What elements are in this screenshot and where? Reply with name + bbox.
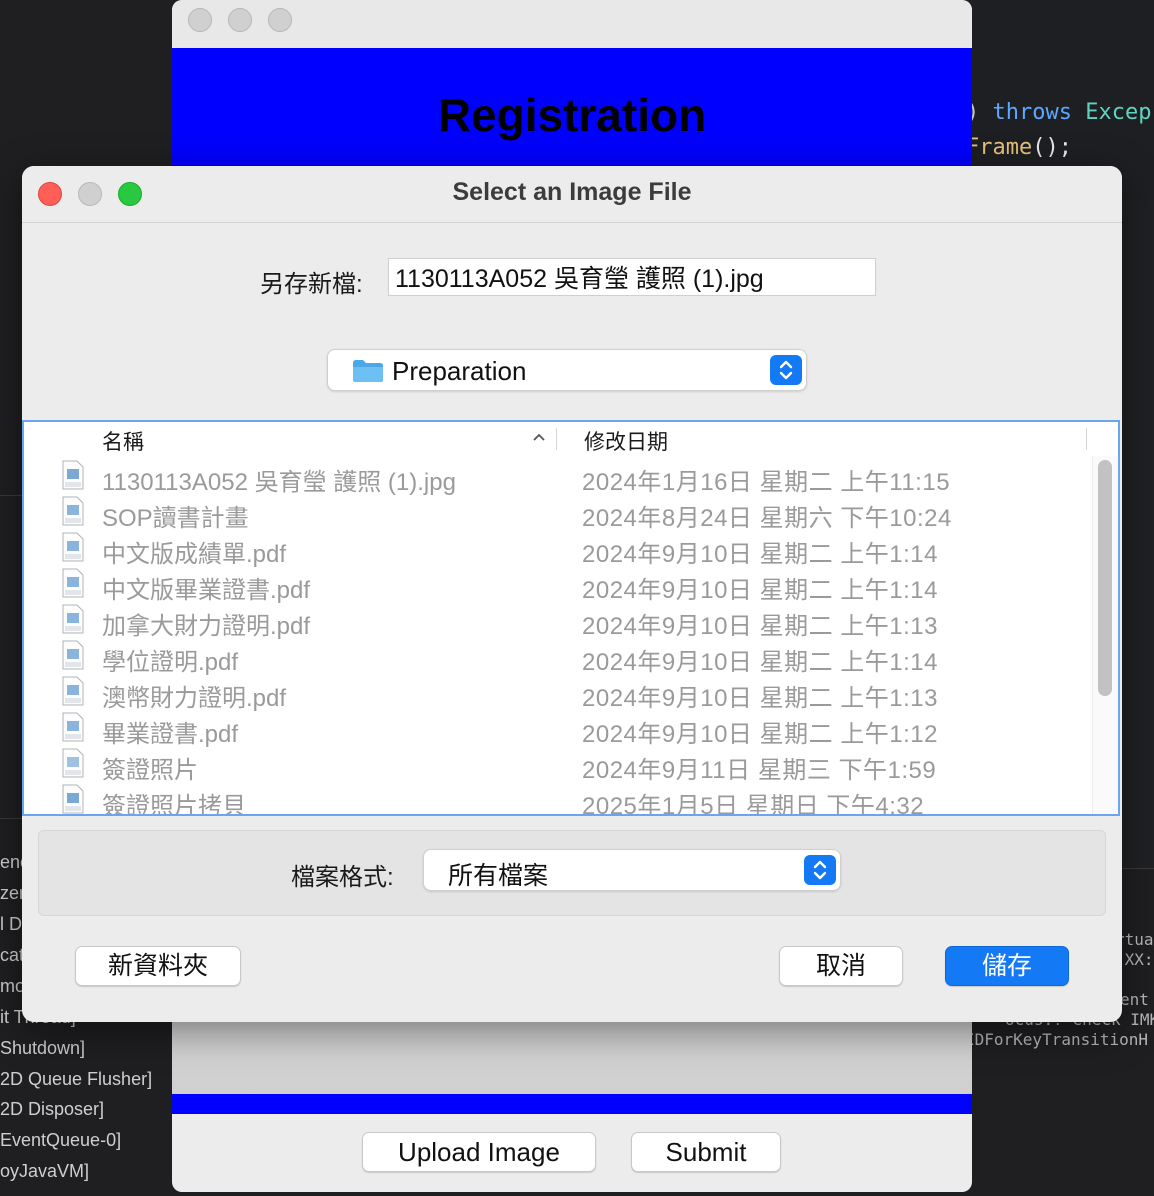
thread-item: cat [0,945,25,965]
new-folder-button[interactable]: 新資料夾 [75,946,241,986]
file-name: 畢業證書.pdf [102,721,239,748]
code-punctuation: (); [1032,135,1072,160]
code-call: Frame [966,135,1033,160]
file-name: 1130113A052 吳育瑩 護照 (1).jpg [102,469,456,496]
code-type: Excep [1071,100,1152,125]
file-date: 2024年9月10日 星期二 上午1:13 [582,685,938,712]
thread-item: EventQueue-0] [0,1130,122,1150]
file-date: 2024年9月10日 星期二 上午1:14 [582,541,938,568]
file-name: 學位證明.pdf [102,649,239,676]
thread-item: Shutdown] [0,1038,86,1058]
file-name: 中文版畢業證書.pdf [102,577,311,604]
footer-bar [172,1094,972,1114]
pdf-file-icon [62,712,84,742]
column-divider[interactable] [556,428,557,450]
upload-image-button[interactable]: Upload Image [362,1132,596,1172]
cancel-button[interactable]: 取消 [779,946,903,986]
file-name: 簽證照片 [102,757,198,784]
pdf-file-icon [62,604,84,634]
panel-divider [1122,868,1154,869]
column-header-date[interactable]: 修改日期 [584,426,668,456]
pdf-file-icon [62,676,84,706]
file-row[interactable]: 加拿大財力證明.pdf 2024年9月10日 星期二 上午1:13 [24,602,1084,640]
thread-item: oyJavaVM] [0,1161,90,1181]
file-list[interactable]: 名稱 修改日期 1130113A052 吳育瑩 護照 (1).jpg 2024年… [22,420,1120,816]
page-title: Registration [437,89,707,141]
pdf-file-icon [62,496,84,526]
file-format-popup[interactable]: 所有檔案 [423,849,841,891]
sort-ascending-icon[interactable] [532,432,546,442]
minimize-button[interactable] [228,8,252,32]
submit-button[interactable]: Submit [631,1132,781,1172]
console-line: IDForKeyTransitionH [965,1030,1149,1049]
close-button[interactable] [188,8,212,32]
file-date: 2024年9月10日 星期二 上午1:12 [582,721,938,748]
png-file-icon [62,748,84,778]
location-popup[interactable]: Preparation [327,349,807,391]
file-date: 2024年1月16日 星期二 上午11:15 [582,469,951,496]
pdf-file-icon [62,640,84,670]
jpeg-file-icon [62,784,84,814]
file-name: 中文版成績單.pdf [102,541,287,568]
file-row[interactable]: 1130113A052 吳育瑩 護照 (1).jpg 2024年1月16日 星期… [24,458,1084,496]
folder-icon [353,360,383,382]
zoom-button[interactable] [268,8,292,32]
image-preview-area [172,1020,972,1095]
jpeg-file-icon [62,460,84,490]
file-date: 2024年9月10日 星期二 上午1:14 [582,649,938,676]
file-row[interactable]: 學位證明.pdf 2024年9月10日 星期二 上午1:14 [24,638,1084,676]
column-divider[interactable] [1086,428,1087,450]
file-row[interactable]: 簽證照片拷貝 2025年1月5日 星期日 下午4:32 [24,782,1084,816]
file-date: 2025年1月5日 星期日 下午4:32 [582,793,925,816]
file-row[interactable]: 中文版畢業證書.pdf 2024年9月10日 星期二 上午1:14 [24,566,1084,604]
code-line: Frame(); [966,135,1072,160]
save-button[interactable]: 儲存 [945,946,1069,986]
thread-item: 2D Disposer] [0,1099,105,1119]
file-name: 簽證照片拷貝 [102,793,246,816]
save-as-label: 另存新檔: [260,271,363,298]
file-date: 2024年9月11日 星期三 下午1:59 [582,757,937,784]
filename-field[interactable] [388,258,876,296]
console-line: ent [1120,990,1149,1009]
file-name: 加拿大財力證明.pdf [102,613,311,640]
file-date: 2024年9月10日 星期二 上午1:13 [582,613,938,640]
file-date: 2024年9月10日 星期二 上午1:14 [582,577,938,604]
dialog-title: Select an Image File [452,178,692,206]
file-format-label: 檔案格式: [291,864,394,891]
window-titlebar [172,0,972,48]
file-format-panel: 檔案格式: 所有檔案 [38,830,1106,916]
file-row[interactable]: SOP讀書計畫 2024年8月24日 星期六 下午10:24 [24,494,1084,532]
file-row[interactable]: 中文版成績單.pdf 2024年9月10日 星期二 上午1:14 [24,530,1084,568]
file-format-value: 所有檔案 [448,862,549,890]
thread-item: l D [0,914,22,934]
file-name: 澳幣財力證明.pdf [102,685,287,712]
scrollbar-thumb[interactable] [1098,460,1112,696]
file-row[interactable]: 畢業證書.pdf 2024年9月10日 星期二 上午1:12 [24,710,1084,748]
code-line: ) throws Excep [966,100,1151,125]
column-header-name[interactable]: 名稱 [102,426,144,456]
dialog-titlebar: Select an Image File [22,166,1122,223]
save-file-dialog: Select an Image File 另存新檔: Preparation 名… [22,166,1122,1022]
pdf-file-icon [62,532,84,562]
file-date: 2024年8月24日 星期六 下午10:24 [582,505,952,532]
location-text: Preparation [392,356,527,386]
code-keyword: throws [992,100,1072,125]
file-row[interactable]: 簽證照片 2024年9月11日 星期三 下午1:59 [24,746,1084,784]
file-row[interactable]: 澳幣財力證明.pdf 2024年9月10日 星期二 上午1:13 [24,674,1084,712]
ide-right-panel [1120,200,1154,870]
chevron-updown-icon [770,355,802,385]
chevron-updown-icon [804,855,836,885]
pdf-file-icon [62,568,84,598]
thread-item: 2D Queue Flusher] [0,1069,153,1089]
file-name: SOP讀書計畫 [102,505,249,532]
